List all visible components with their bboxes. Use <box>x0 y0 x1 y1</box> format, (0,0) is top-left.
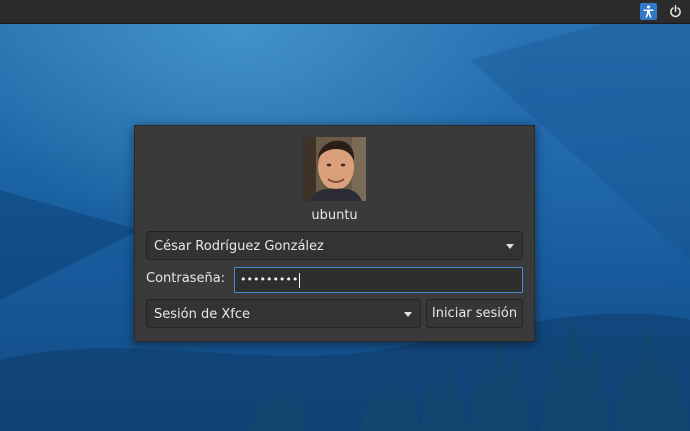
login-button[interactable]: Iniciar sesión <box>426 299 523 328</box>
text-caret <box>299 272 301 288</box>
password-mask: ••••••••• <box>240 273 299 286</box>
login-dialog: ubuntu César Rodríguez González Contrase… <box>134 125 535 342</box>
chevron-down-icon <box>506 244 514 249</box>
password-label: Contraseña: <box>146 271 226 286</box>
user-select[interactable]: César Rodríguez González <box>146 231 523 260</box>
top-panel <box>0 0 690 24</box>
user-select-value: César Rodríguez González <box>154 239 324 254</box>
chevron-down-icon <box>404 312 412 317</box>
power-icon[interactable] <box>667 3 684 20</box>
username-label: ubuntu <box>311 208 358 223</box>
session-select-value: Sesión de Xfce <box>154 307 250 322</box>
user-avatar <box>302 137 366 201</box>
session-select[interactable]: Sesión de Xfce <box>146 299 421 328</box>
accessibility-icon[interactable] <box>640 3 657 20</box>
password-input[interactable]: ••••••••• <box>234 267 523 293</box>
